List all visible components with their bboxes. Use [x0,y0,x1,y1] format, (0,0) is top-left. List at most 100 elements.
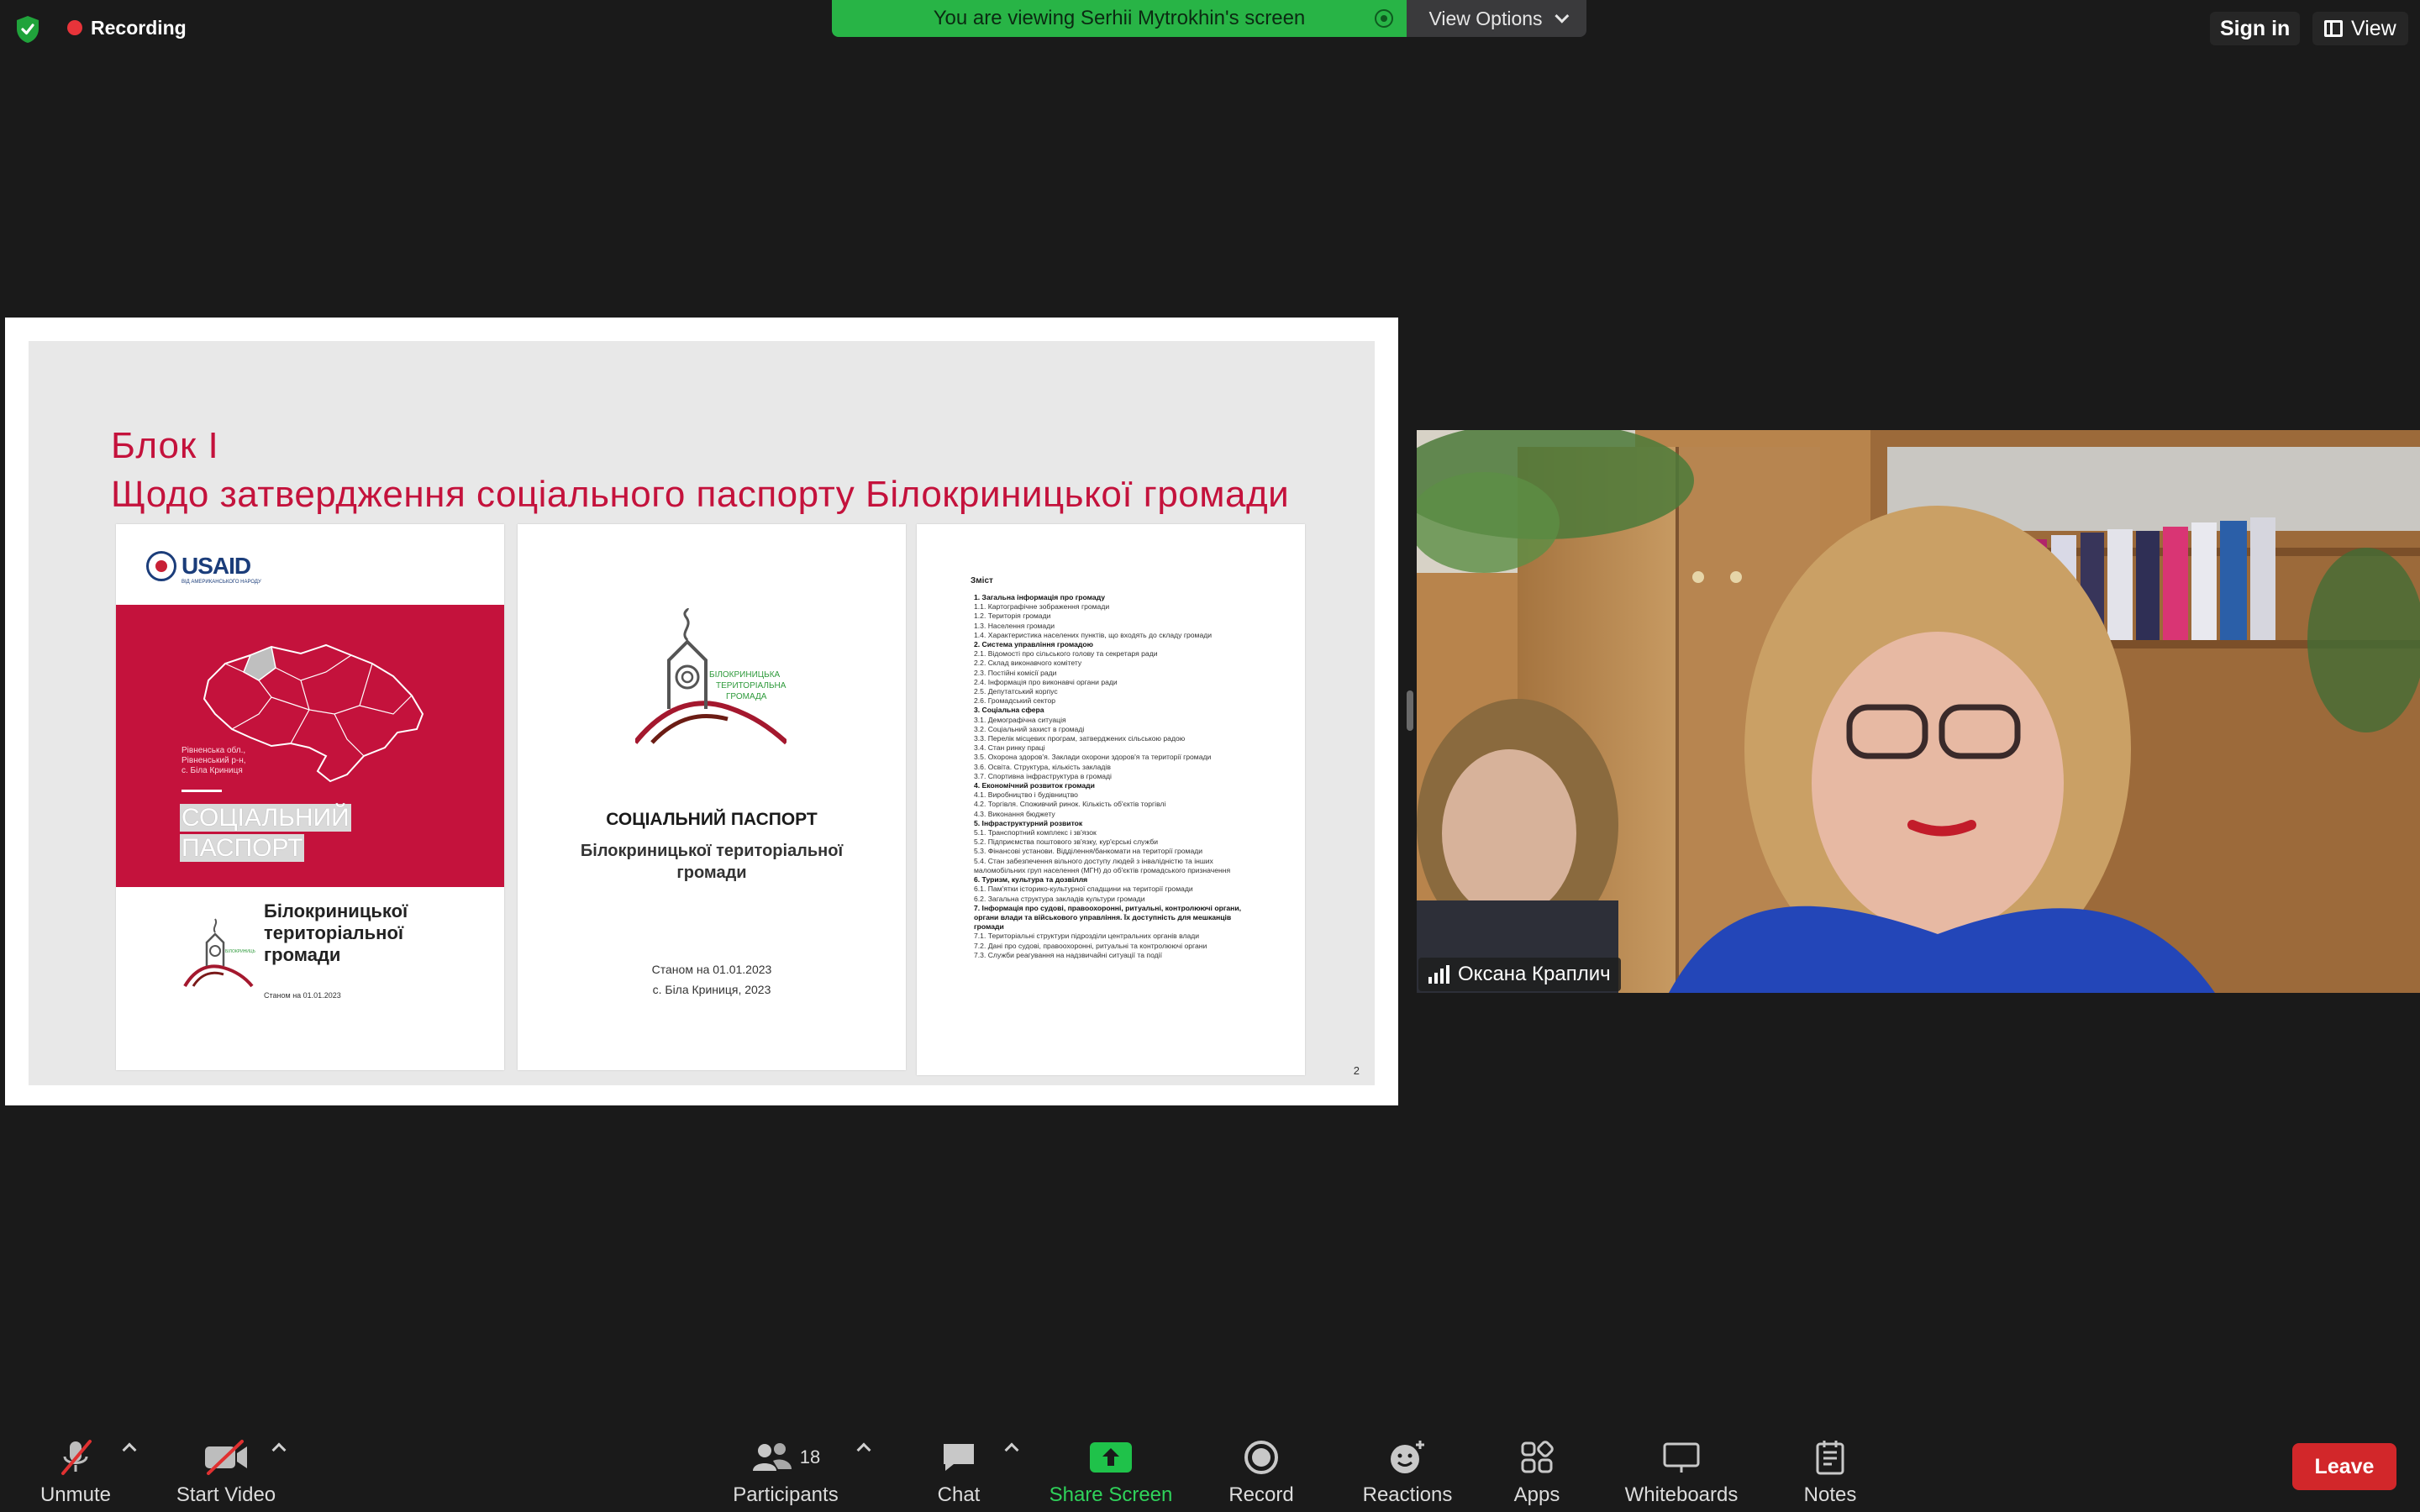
contents-item: 2.1. Відомості про сільського голову та … [974,649,1158,659]
recording-label: Recording [91,16,187,39]
contents-item: 4.1. Виробництво і будівництво [974,790,1078,800]
cover-divider [182,790,222,792]
viewing-screen-banner: You are viewing Serhii Mytrokhin's scree… [832,0,1407,37]
contents-item: 6.2. Загальна структура закладів культур… [974,894,1145,903]
cover-community-name: Білокриницької територіальної громади [264,900,408,966]
notes-button[interactable]: Notes [1798,1433,1862,1507]
participants-options-caret[interactable] [856,1442,871,1457]
passport-date-line: Станом на 01.01.2023 [651,963,772,976]
contents-item: 7. Інформація про судові, правоохоронні,… [974,903,1242,932]
passport-place-line: с. Біла Криниця, 2023 [652,983,771,996]
contents-item: 3.6. Освіта. Структура, кількість заклад… [974,762,1111,771]
community-line1: Білокриницької [264,900,408,921]
whiteboards-button[interactable]: Whiteboards [1618,1433,1744,1507]
participants-icon [752,1443,792,1471]
notes-icon [1816,1441,1844,1475]
contents-item: 2.4. Інформація про виконавчі органи рад… [974,677,1118,686]
participants-count: 18 [799,1446,821,1467]
contents-item: 7.1. Територіальні структури підрозділи … [974,932,1200,941]
notes-label: Notes [1803,1483,1857,1506]
document-contents-page: Зміст 1. Загальна інформація про громаду… [917,524,1305,1075]
participants-label: Participants [733,1483,839,1506]
contents-item: 3.4. Стан ринку праці [974,743,1045,753]
reactions-label: Reactions [1362,1483,1453,1506]
contents-item: 5.2. Підприємства поштового зв'язку, кур… [974,837,1159,847]
passport-subtitle-2: громади [676,864,747,882]
contents-item: 2. Система управління громадою [974,640,1093,649]
share-screen-button[interactable]: Share Screen [1045,1433,1176,1507]
split-view-drag-handle[interactable] [1407,690,1413,731]
whiteboards-label: Whiteboards [1624,1483,1739,1506]
usaid-subtitle: ВІД АМЕРИКАНСЬКОГО НАРОДУ [182,580,261,585]
svg-text:БІЛОКРИНИЦЬКА: БІЛОКРИНИЦЬКА [225,949,255,954]
contents-item: 6.1. Пам'ятки історико-культурної спадщи… [974,885,1193,894]
contents-item: 1.3. Населення громади [974,621,1055,630]
record-label: Record [1228,1483,1294,1506]
usaid-brand: USAID [182,553,251,579]
contents-item: 3.1. Демографічна ситуація [974,715,1066,724]
view-layout-button[interactable]: View [2312,12,2408,45]
contents-heading: Зміст [971,576,993,585]
participants-button[interactable]: 18 Participants [728,1433,844,1507]
sign-in-button[interactable]: Sign in [2210,12,2301,45]
slide-title-block: Блок І [111,425,219,466]
recording-indicator[interactable]: Recording [67,15,187,40]
meeting-toolbar: Unmute Start Video 18 Participants Chat … [0,1423,2420,1512]
start-video-label: Start Video [176,1483,276,1506]
contents-item: 5. Інфраструктурний розвиток [974,818,1083,827]
cover-red-block: Рівненська обл., Рівненський р-н, с. Біл… [116,605,504,887]
apps-button[interactable]: Apps [1507,1433,1566,1507]
participant-name-tag: Оксана Краплич [1418,958,1621,991]
passport-subtitle: Білокриницької територіальної громади [560,840,864,884]
contents-item: 3.2. Соціальний захист в громаді [974,724,1085,733]
document-title-page: БІЛОКРИНИЦЬКА ТЕРИТОРІАЛЬНА ГРОМАДА СОЦІ… [518,524,906,1070]
emblem-text-2: ТЕРИТОРІАЛЬНА [716,681,786,690]
contents-item: 4.2. Торгівля. Споживчий ринок. Кількіст… [974,800,1166,809]
contents-item: 5.4. Стан забезпечення вільного доступу … [974,856,1231,874]
contents-item: 1.2. Територія громади [974,612,1051,621]
document-cover-page: USAID ВІД АМЕРИКАНСЬКОГО НАРОДУ Рівненсь… [116,524,504,1070]
slide-page-number: 2 [1353,1064,1360,1077]
chat-options-caret[interactable] [1004,1442,1019,1457]
layout-icon [2324,20,2343,37]
contents-item: 7.3. Служби реагування на надзвичайні си… [974,950,1162,959]
community-emblem-icon: БІЛОКРИНИЦЬКА ТЕРИТОРІАЛЬНА ГРОМАДА [635,608,786,745]
chat-button[interactable]: Chat [928,1433,990,1507]
reactions-smiley-icon [1391,1441,1424,1473]
contents-item: 3.7. Спортивна інфраструктура в громаді [974,771,1112,780]
contents-item: 1. Загальна інформація про громаду [974,593,1106,601]
leave-meeting-button[interactable]: Leave [2292,1443,2396,1490]
share-screen-label: Share Screen [1049,1483,1173,1506]
chat-bubble-icon [944,1444,974,1471]
emblem-text-3: ГРОМАДА [726,692,767,701]
start-video-button[interactable]: Start Video [171,1433,281,1507]
contents-item: 5.3. Фінансові установи. Відділення/банк… [974,847,1203,856]
cover-title-line1: СОЦІАЛЬНИЙ [180,804,351,832]
participant-video-tile[interactable]: Оксана Краплич [1417,430,2420,993]
contents-item: 2.5. Депутатський корпус [974,687,1058,696]
whiteboard-icon [1663,1442,1700,1473]
contents-item: 4.3. Виконання бюджету [974,809,1055,818]
unmute-button[interactable]: Unmute [37,1433,114,1507]
audio-options-caret[interactable] [122,1442,137,1457]
contents-item: 2.6. Громадський сектор [974,696,1056,706]
slide-title-topic: Щодо затвердження соціального паспорту Б… [111,474,1290,515]
record-button[interactable]: Record [1223,1433,1299,1507]
record-dot-icon [67,20,82,35]
usaid-logo: USAID [146,551,251,581]
cover-title-line2: ПАСПОРТ [180,834,305,862]
connection-strength-icon [1428,965,1449,984]
sharing-status-icon [1375,9,1393,28]
shared-screen[interactable]: Блок І Щодо затвердження соціального пас… [5,318,1398,1105]
view-options-button[interactable]: View Options [1407,0,1586,37]
security-shield-icon[interactable] [15,15,40,44]
apps-icon [1521,1441,1554,1473]
unmute-label: Unmute [39,1483,112,1506]
cover-big-title: СОЦІАЛЬНИЙ ПАСПОРТ [180,803,351,864]
cover-region-text: Рівненська обл., Рівненський р-н, с. Біл… [182,746,246,775]
record-icon [1244,1441,1278,1474]
community-line2: територіальної [264,922,404,943]
viewing-banner-text: You are viewing Serhii Mytrokhin's scree… [933,7,1306,29]
contents-item: 3.5. Охорона здоров'я. Заклади охорони з… [974,753,1212,762]
reactions-button[interactable]: Reactions [1358,1433,1457,1507]
